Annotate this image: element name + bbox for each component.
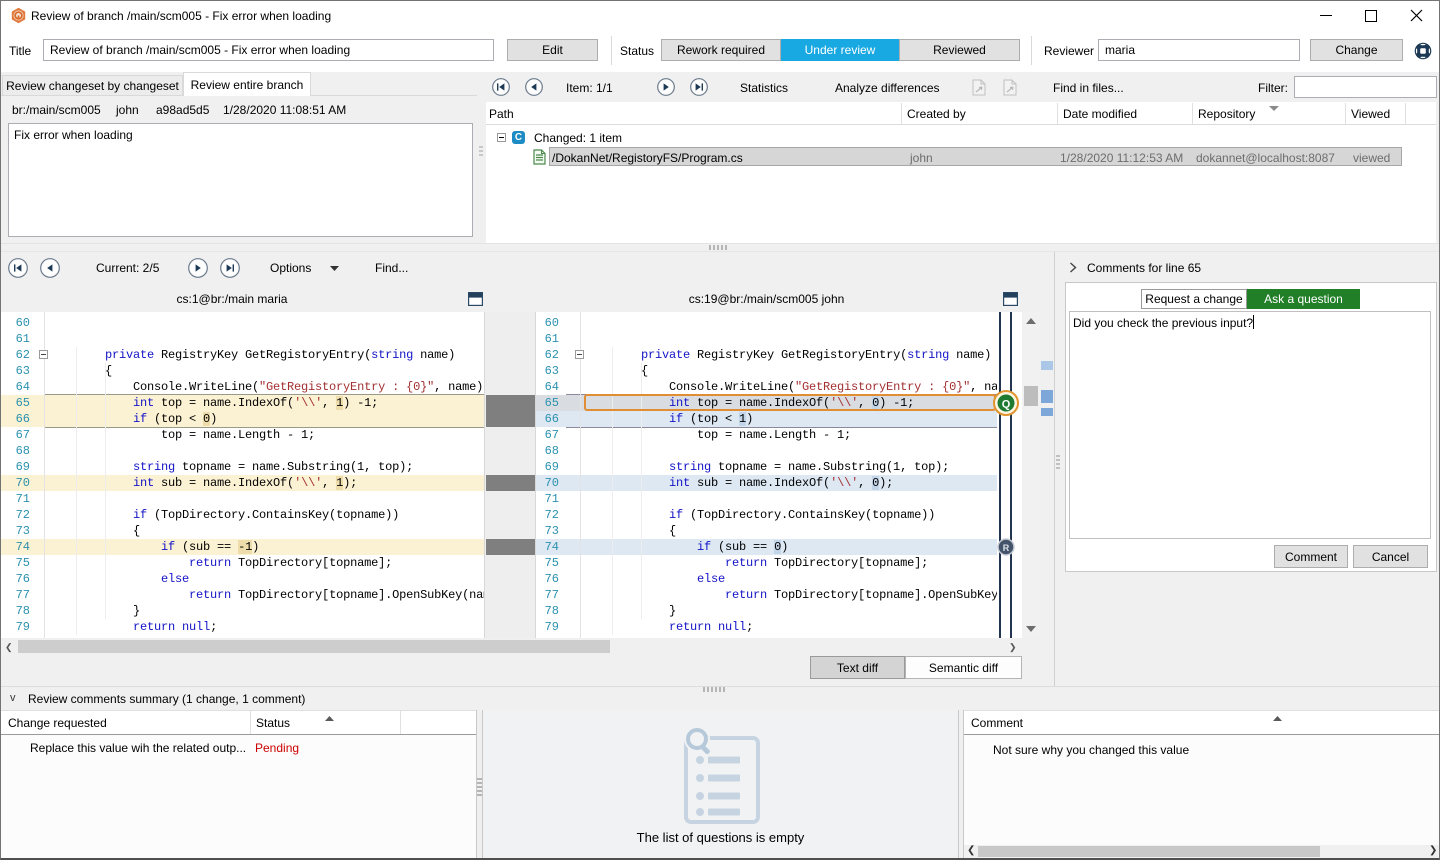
svg-text:R: R [1003, 543, 1010, 553]
svg-text:Q: Q [1002, 399, 1011, 411]
